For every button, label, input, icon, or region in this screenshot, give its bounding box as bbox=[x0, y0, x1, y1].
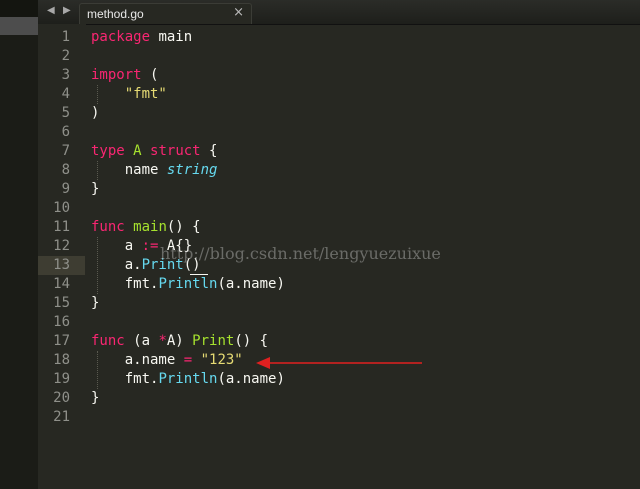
red-arrow-annotation bbox=[256, 357, 422, 369]
code-token: () { bbox=[234, 333, 269, 349]
code-token: main bbox=[133, 219, 167, 235]
code-token: "123" bbox=[200, 352, 243, 368]
line-number: 15 bbox=[53, 295, 70, 311]
code-token: () bbox=[183, 257, 201, 273]
code-token: Print bbox=[192, 333, 235, 349]
line-number: 14 bbox=[53, 276, 70, 292]
code-token: fmt. bbox=[91, 276, 159, 292]
code-token: } bbox=[91, 181, 100, 197]
line-number: 16 bbox=[53, 314, 70, 330]
code-line: func main() { bbox=[91, 218, 640, 237]
code-token: a bbox=[91, 238, 142, 254]
code-line: func (a *A) Print() { bbox=[91, 332, 640, 351]
code-line: "fmt" bbox=[91, 85, 640, 104]
code-token: () { bbox=[166, 219, 201, 235]
line-number: 9 bbox=[61, 181, 70, 197]
code-line: import ( bbox=[91, 66, 640, 85]
line-number: 4 bbox=[61, 86, 70, 102]
line-number: 11 bbox=[53, 219, 70, 235]
forward-arrow-icon[interactable]: ▶ bbox=[63, 5, 71, 16]
code-token: func bbox=[91, 219, 125, 235]
line-number: 7 bbox=[61, 143, 70, 159]
code-token: "fmt" bbox=[124, 86, 167, 102]
line-number: 12 bbox=[53, 238, 70, 254]
code-token: main bbox=[150, 29, 193, 45]
line-number: 2 bbox=[61, 48, 70, 64]
line-number: 20 bbox=[53, 390, 70, 406]
line-number: 21 bbox=[53, 409, 70, 425]
code-line: a := A{} bbox=[91, 237, 640, 256]
code-token: Println bbox=[158, 276, 218, 292]
code-token: } bbox=[91, 390, 100, 406]
code-token: (a bbox=[124, 333, 159, 349]
code-line: } bbox=[91, 180, 640, 199]
code-token: * bbox=[158, 333, 167, 349]
line-number: 13 bbox=[53, 257, 70, 273]
tab-bar: ◀ ▶ method.go × bbox=[38, 0, 640, 25]
code-token: a. bbox=[91, 257, 142, 273]
code-token: } bbox=[91, 295, 100, 311]
code-token: import bbox=[91, 67, 142, 83]
code-line: package main bbox=[91, 28, 640, 47]
code-token: := bbox=[141, 238, 159, 254]
code-token: package bbox=[91, 29, 151, 45]
code-token: (a.name) bbox=[217, 276, 285, 292]
sidebar-panel bbox=[0, 0, 38, 489]
code-line: type A struct { bbox=[91, 142, 640, 161]
code-token: ( bbox=[141, 67, 159, 83]
code-token: A{} bbox=[158, 238, 193, 254]
line-number: 10 bbox=[53, 200, 70, 216]
code-line: } bbox=[91, 389, 640, 408]
bracket-match-underline bbox=[190, 274, 208, 275]
code-token: A) bbox=[166, 333, 193, 349]
back-arrow-icon[interactable]: ◀ bbox=[47, 5, 55, 16]
close-icon[interactable]: × bbox=[233, 5, 244, 20]
code-line: fmt.Println(a.name) bbox=[91, 275, 640, 294]
line-numbers: 1 2 3 4 5 6 7 8 9 10 11 12 13 14 15 16 17 18 19 20 21 bbox=[38, 28, 70, 427]
code-token: func bbox=[91, 333, 125, 349]
code-token: Println bbox=[158, 371, 218, 387]
line-number: 1 bbox=[61, 29, 70, 45]
code-line: a.Print() bbox=[91, 256, 640, 275]
line-number: 17 bbox=[53, 333, 70, 349]
code-token: type bbox=[91, 143, 125, 159]
code-token: = bbox=[183, 352, 193, 368]
line-number: 3 bbox=[61, 67, 70, 83]
tab-method-go[interactable]: method.go × bbox=[79, 3, 252, 24]
line-number: 8 bbox=[61, 162, 70, 178]
tab-label: method.go bbox=[87, 7, 144, 21]
code-token: A bbox=[133, 143, 142, 159]
code-token: a.name bbox=[91, 352, 184, 368]
code-token: struct bbox=[150, 143, 201, 159]
code-token: Print bbox=[141, 257, 184, 273]
code-line: name string bbox=[91, 161, 640, 180]
line-number: 19 bbox=[53, 371, 70, 387]
line-number: 6 bbox=[61, 124, 70, 140]
code-token: fmt. bbox=[91, 371, 159, 387]
line-number: 18 bbox=[53, 352, 70, 368]
code-token: string bbox=[166, 162, 218, 178]
code-line: } bbox=[91, 294, 640, 313]
line-number: 5 bbox=[61, 105, 70, 121]
code-token: name bbox=[91, 162, 167, 178]
code-token: { bbox=[200, 143, 218, 159]
sidebar-selected-strip[interactable] bbox=[0, 17, 38, 35]
code-line: ) bbox=[91, 104, 640, 123]
code-token: ) bbox=[91, 105, 100, 121]
